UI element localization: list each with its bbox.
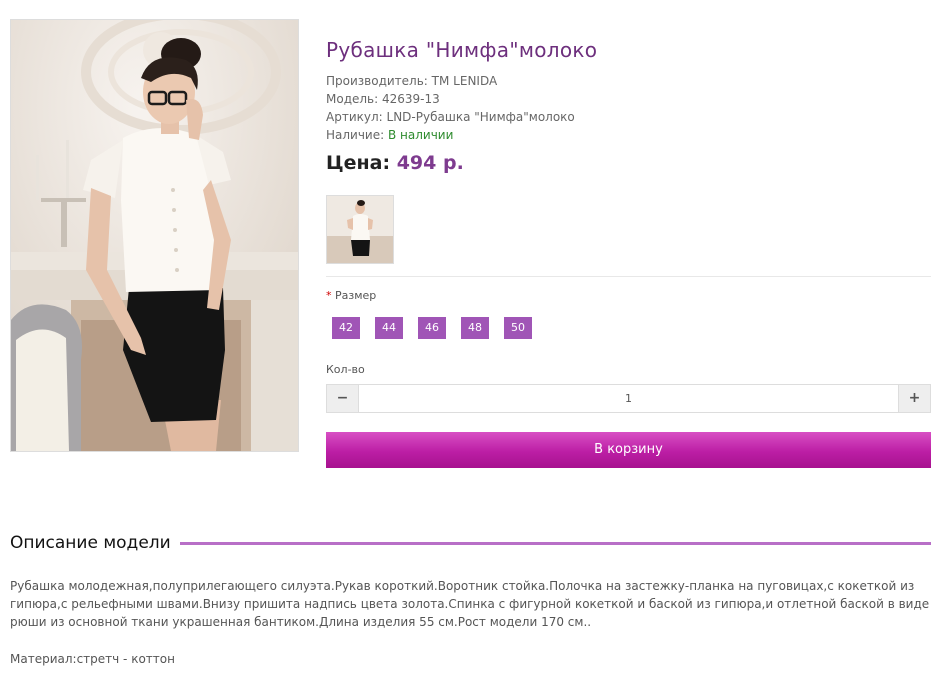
size-option-50[interactable]: 50 (504, 317, 532, 339)
availability-row: Наличие: В наличии (326, 126, 931, 144)
material-text: Материал:стретч - коттон (10, 652, 175, 666)
manufacturer-row: Производитель: TM LENIDA (326, 72, 931, 90)
product-title: Рубашка "Нимфа"молоко (326, 38, 598, 62)
description-title: Описание модели (10, 533, 171, 553)
options-divider (326, 276, 931, 277)
availability-label: Наличие: (326, 128, 385, 142)
price-row: Цена: 494 р. (326, 151, 931, 175)
availability-status: В наличии (388, 128, 454, 142)
size-label: * Размер (326, 289, 376, 302)
product-info: Рубашка "Нимфа"молоко Производитель: TM … (326, 36, 931, 175)
size-option-46[interactable]: 46 (418, 317, 446, 339)
manufacturer-label: Производитель: (326, 74, 428, 88)
price-value: 494 р. (396, 152, 464, 174)
minus-icon[interactable]: − (327, 385, 359, 412)
size-options: 42 44 46 48 50 (332, 317, 547, 339)
model-row: Модель: 42639-13 (326, 90, 931, 108)
product-page: Рубашка "Нимфа"молоко Производитель: TM … (0, 0, 935, 678)
model-label: Модель: (326, 92, 379, 106)
description-text: Рубашка молодежная,полуприлегающего силу… (10, 579, 930, 629)
model-value: 42639-13 (382, 92, 440, 106)
size-option-48[interactable]: 48 (461, 317, 489, 339)
description-heading: Описание модели (10, 531, 931, 555)
product-thumbnail[interactable] (326, 195, 394, 264)
size-option-44[interactable]: 44 (375, 317, 403, 339)
sku-label: Артикул: (326, 110, 383, 124)
add-to-cart-button[interactable]: В корзину (326, 432, 931, 468)
manufacturer-link[interactable]: TM LENIDA (432, 74, 498, 88)
quantity-stepper: − + (326, 384, 931, 413)
quantity-input[interactable] (359, 385, 898, 412)
size-label-text: Размер (335, 289, 377, 302)
sku-row: Артикул: LND-Рубашка "Нимфа"молоко (326, 108, 931, 126)
thumbnail-photo (327, 196, 393, 263)
product-photo (11, 20, 298, 451)
product-main-image[interactable] (10, 19, 299, 452)
required-mark: * (326, 289, 332, 302)
product-meta: Производитель: TM LENIDA Модель: 42639-1… (326, 72, 931, 144)
sku-value: LND-Рубашка "Нимфа"молоко (386, 110, 575, 124)
size-option-42[interactable]: 42 (332, 317, 360, 339)
plus-icon[interactable]: + (898, 385, 930, 412)
description-accent-line (179, 541, 931, 545)
quantity-label: Кол-во (326, 363, 365, 376)
price-label: Цена: (326, 152, 391, 174)
